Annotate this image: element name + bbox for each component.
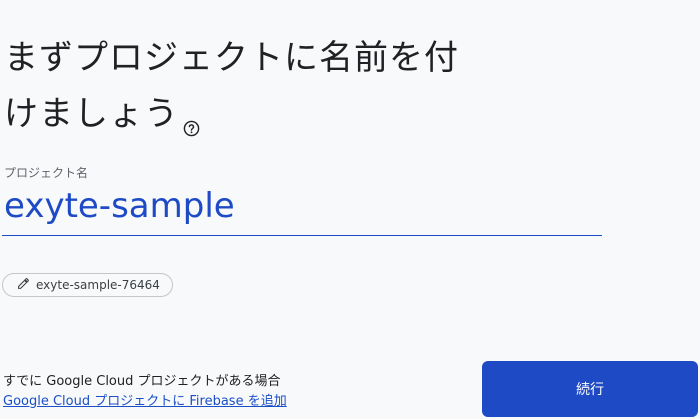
existing-project-text: すでに Google Cloud プロジェクトがある場合 bbox=[3, 374, 281, 389]
project-name-value: exyte-sample bbox=[4, 186, 235, 226]
page-title-line2: けましょう bbox=[4, 86, 524, 154]
continue-button[interactable]: 続行 bbox=[482, 361, 698, 417]
page-title-line1: まずプロジェクトに名前を付 bbox=[4, 38, 459, 78]
page-title: まずプロジェクトに名前を付 けましょう bbox=[4, 30, 524, 154]
page-title-line2-text: けましょう bbox=[4, 94, 179, 134]
pencil-icon bbox=[17, 277, 30, 293]
project-id-label: exyte-sample-76464 bbox=[36, 278, 160, 292]
add-firebase-link[interactable]: Google Cloud プロジェクトに Firebase を追加 bbox=[3, 390, 287, 409]
help-icon[interactable] bbox=[183, 98, 200, 154]
project-name-input[interactable]: exyte-sample bbox=[2, 182, 602, 236]
project-id-chip[interactable]: exyte-sample-76464 bbox=[2, 273, 173, 297]
project-name-label: プロジェクト名 bbox=[4, 166, 89, 180]
